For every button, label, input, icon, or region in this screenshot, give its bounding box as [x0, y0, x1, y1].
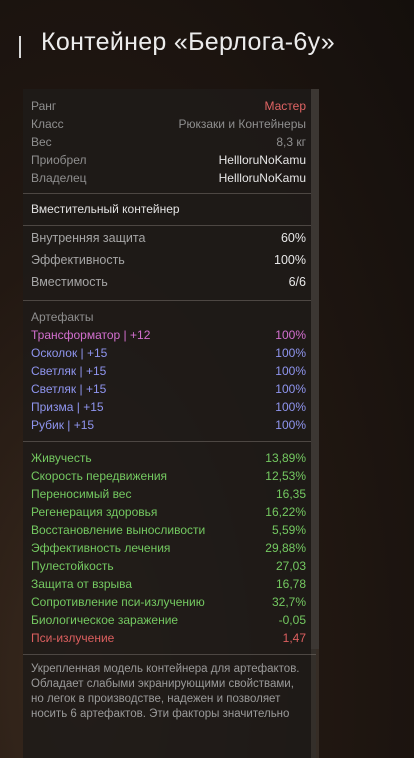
artifact-name: Светляк | +15 [31, 364, 107, 378]
stat-value: 32,7% [271, 595, 306, 609]
info-label: Приобрел [31, 153, 87, 167]
stat-value: 5,59% [271, 523, 306, 537]
artifact-row[interactable]: Трансформатор | +12 100% [31, 326, 306, 344]
artifact-value: 100% [275, 400, 306, 414]
artifact-row[interactable]: Рубик | +15 100% [31, 416, 306, 434]
class-value: Рюкзаки и Контейнеры [178, 117, 306, 131]
stat-label: Биологическое заражение [31, 613, 179, 627]
stat-label: Пулестойкость [31, 559, 114, 573]
stat-label: Восстановление выносливости [31, 523, 206, 537]
property-row: Внутренняя защита 60% [31, 229, 306, 247]
property-value: 60% [280, 231, 306, 245]
stat-label: Скорость передвижения [31, 469, 168, 483]
stat-label: Пси-излучение [31, 631, 115, 645]
info-label: Владелец [31, 171, 87, 185]
property-row: Вместимость 6/6 [31, 273, 306, 291]
property-row: Эффективность 100% [31, 251, 306, 269]
item-title: Контейнер «Берлога-6у» [41, 28, 335, 56]
artifacts-header: Артефакты [31, 308, 306, 326]
property-value: 6/6 [288, 275, 306, 289]
stat-value: 29,88% [265, 541, 306, 555]
artifact-name: Рубик | +15 [31, 418, 95, 432]
stat-row: Пулестойкость 27,03 [31, 557, 306, 575]
title-accent-bar [19, 36, 21, 58]
stat-row: Переносимый вес 16,35 [31, 485, 306, 503]
stat-value: 16,22% [265, 505, 306, 519]
stat-label: Эффективность лечения [31, 541, 171, 555]
stat-value: 1,47 [282, 631, 306, 645]
divider [23, 225, 316, 226]
divider [23, 193, 316, 194]
property-label: Эффективность [31, 253, 125, 267]
stat-label: Защита от взрыва [31, 577, 133, 591]
info-label: Класс [31, 117, 64, 131]
stat-row: Биологическое заражение -0,05 [31, 611, 306, 629]
artifact-row[interactable]: Призма | +15 100% [31, 398, 306, 416]
stat-label: Живучесть [31, 451, 92, 465]
artifact-name: Осколок | +15 [31, 346, 108, 360]
artifact-value: 100% [275, 364, 306, 378]
divider [23, 300, 316, 301]
artifact-row[interactable]: Светляк | +15 100% [31, 362, 306, 380]
stat-row: Скорость передвижения 12,53% [31, 467, 306, 485]
property-value: 100% [274, 253, 306, 267]
stat-row: Пси-излучение 1,47 [31, 629, 306, 647]
container-type-label: Вместительный контейнер [31, 202, 180, 216]
info-row-rank: Ранг Мастер [31, 97, 306, 115]
stat-value: 12,53% [265, 469, 306, 483]
stat-label: Сопротивление пси-излучению [31, 595, 205, 609]
stat-row: Восстановление выносливости 5,59% [31, 521, 306, 539]
artifact-value: 100% [275, 346, 306, 360]
weight-value: 8,3 кг [276, 135, 306, 149]
divider [23, 654, 316, 655]
stat-row: Живучесть 13,89% [31, 449, 306, 467]
stat-value: 27,03 [275, 559, 306, 573]
owner-value: HellloruNoKamu [218, 171, 306, 185]
stat-value: 16,35 [275, 487, 306, 501]
stat-value: -0,05 [278, 613, 306, 627]
artifacts-title: Артефакты [31, 310, 94, 324]
artifact-value: 100% [275, 418, 306, 432]
info-row-class: Класс Рюкзаки и Контейнеры [31, 115, 306, 133]
divider [23, 441, 316, 442]
artifact-value: 100% [275, 382, 306, 396]
info-row-owner: Владелец HellloruNoKamu [31, 169, 306, 187]
item-description: Укрепленная модель контейнера для артефа… [31, 663, 300, 720]
artifact-row[interactable]: Светляк | +15 100% [31, 380, 306, 398]
acquired-by-value: HellloruNoKamu [218, 153, 306, 167]
artifact-value: 100% [275, 328, 306, 342]
stat-value: 16,78 [275, 577, 306, 591]
stat-row: Сопротивление пси-излучению 32,7% [31, 593, 306, 611]
artifact-row[interactable]: Осколок | +15 100% [31, 344, 306, 362]
scrollbar-thumb[interactable] [311, 89, 319, 649]
stat-row: Регенерация здоровья 16,22% [31, 503, 306, 521]
info-label: Вес [31, 135, 52, 149]
artifact-name: Призма | +15 [31, 400, 104, 414]
rank-value: Мастер [264, 99, 306, 113]
info-row-weight: Вес 8,3 кг [31, 133, 306, 151]
info-label: Ранг [31, 99, 57, 113]
stat-label: Регенерация здоровья [31, 505, 158, 519]
panel-scrollbar[interactable] [311, 89, 319, 758]
info-row-acquired: Приобрел HellloruNoKamu [31, 151, 306, 169]
property-label: Внутренняя защита [31, 231, 146, 245]
stat-row: Эффективность лечения 29,88% [31, 539, 306, 557]
stat-value: 13,89% [265, 451, 306, 465]
artifact-name: Трансформатор | +12 [31, 328, 151, 342]
property-label: Вместимость [31, 275, 108, 289]
title-bar: Контейнер «Берлога-6у» [0, 0, 414, 90]
artifact-name: Светляк | +15 [31, 382, 107, 396]
stat-row: Защита от взрыва 16,78 [31, 575, 306, 593]
item-details-panel[interactable]: Ранг Мастер Класс Рюкзаки и Контейнеры В… [23, 89, 316, 758]
stat-label: Переносимый вес [31, 487, 132, 501]
